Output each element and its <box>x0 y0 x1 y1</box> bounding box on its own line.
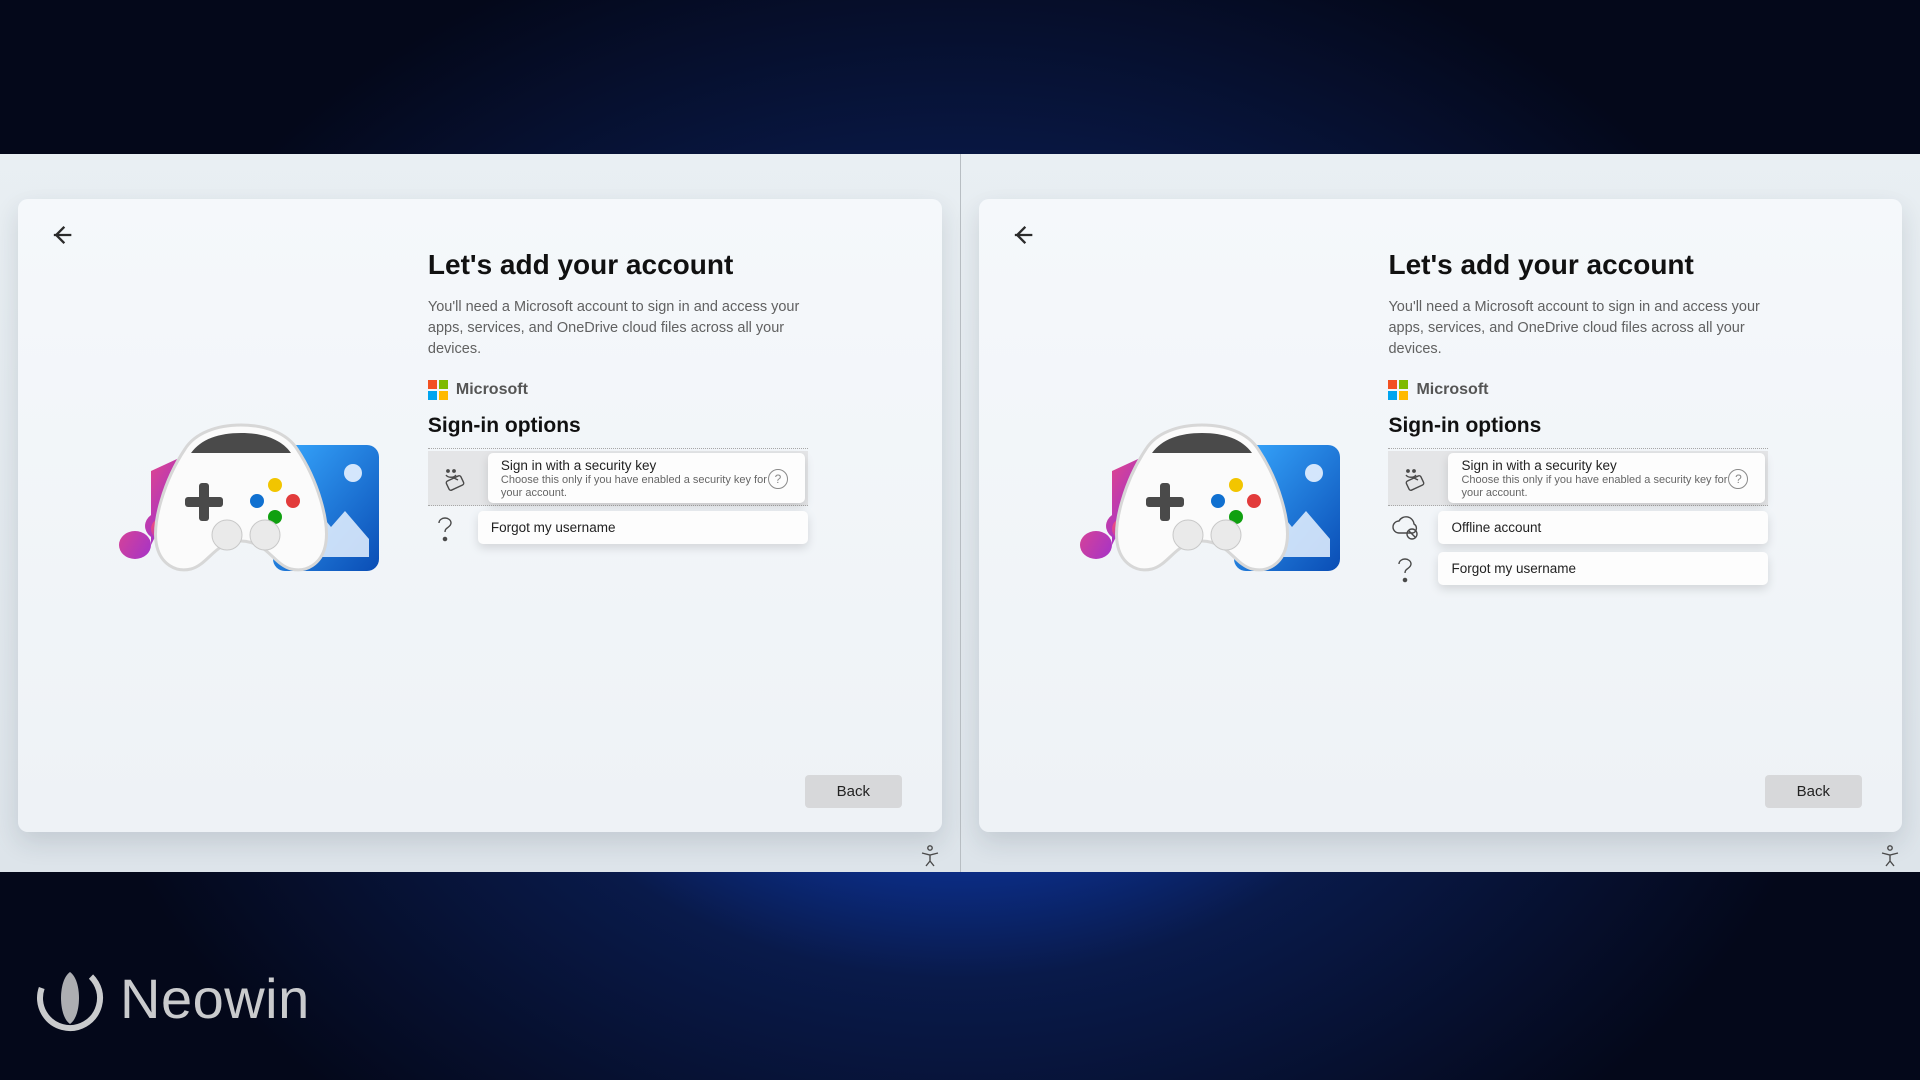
microsoft-brand: Microsoft <box>1388 380 1768 400</box>
option-forgot-username[interactable]: Forgot my username <box>1388 549 1768 588</box>
accessibility-icon[interactable] <box>918 844 942 868</box>
panel-left: Let's add your account You'll need a Mic… <box>0 154 960 872</box>
microsoft-logo-icon <box>428 380 448 400</box>
section-heading: Sign-in options <box>428 414 808 438</box>
option-security-key[interactable]: Sign in with a security key Choose this … <box>428 451 808 506</box>
controller-icon <box>147 413 335 583</box>
option-offline-account[interactable]: Offline account <box>1388 508 1768 547</box>
option-title: Forgot my username <box>1451 561 1576 576</box>
page-subtitle: You'll need a Microsoft account to sign … <box>428 297 808 360</box>
neowin-logo-icon <box>36 964 104 1032</box>
back-button[interactable]: Back <box>1765 775 1862 808</box>
page-subtitle: You'll need a Microsoft account to sign … <box>1388 297 1768 360</box>
panel-right: Let's add your account You'll need a Mic… <box>960 154 1920 872</box>
help-icon[interactable]: ? <box>768 469 788 489</box>
option-title: Sign in with a security key <box>501 458 768 473</box>
controller-icon <box>1108 413 1296 583</box>
microsoft-logo-icon <box>1388 380 1408 400</box>
back-button[interactable]: Back <box>805 775 902 808</box>
question-icon <box>1388 554 1422 584</box>
option-title: Sign in with a security key <box>1461 458 1728 473</box>
option-forgot-username[interactable]: Forgot my username <box>428 508 808 547</box>
cloud-offline-icon <box>1388 513 1422 543</box>
question-icon <box>428 513 462 543</box>
security-key-icon <box>438 463 472 493</box>
nav-back-icon[interactable] <box>48 221 76 249</box>
security-key-icon <box>1398 463 1432 493</box>
page-title: Let's add your account <box>1388 249 1768 281</box>
accessibility-icon[interactable] <box>1878 844 1902 868</box>
help-icon[interactable]: ? <box>1728 469 1748 489</box>
option-security-key[interactable]: Sign in with a security key Choose this … <box>1388 451 1768 506</box>
microsoft-brand-label: Microsoft <box>456 381 528 399</box>
watermark-text: Neowin <box>120 966 310 1031</box>
microsoft-brand: Microsoft <box>428 380 808 400</box>
nav-back-icon[interactable] <box>1009 221 1037 249</box>
page-title: Let's add your account <box>428 249 808 281</box>
oobe-card: Let's add your account You'll need a Mic… <box>979 199 1902 832</box>
option-title: Forgot my username <box>491 520 616 535</box>
watermark: Neowin <box>36 964 310 1032</box>
option-title: Offline account <box>1451 520 1541 535</box>
illustration <box>1007 217 1388 806</box>
microsoft-brand-label: Microsoft <box>1416 381 1488 399</box>
option-desc: Choose this only if you have enabled a s… <box>1461 474 1728 500</box>
option-desc: Choose this only if you have enabled a s… <box>501 474 768 500</box>
oobe-card: Let's add your account You'll need a Mic… <box>18 199 942 832</box>
illustration <box>46 217 428 806</box>
section-heading: Sign-in options <box>1388 414 1768 438</box>
